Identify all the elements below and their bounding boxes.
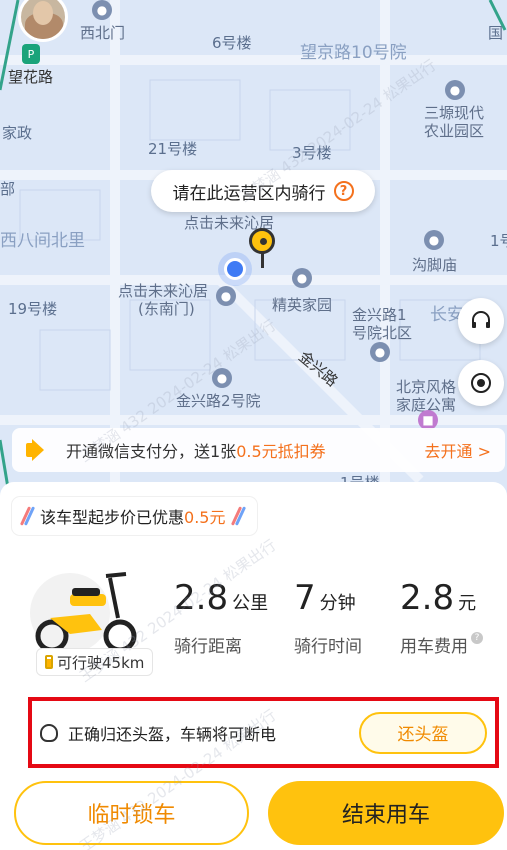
map-label: 西北门 bbox=[80, 24, 126, 42]
map-label: (东南门) bbox=[138, 300, 195, 318]
map-label: 部 bbox=[0, 180, 16, 198]
return-helmet-button[interactable]: 还头盔 bbox=[359, 711, 487, 754]
scooter-image bbox=[30, 572, 137, 653]
bottom-action-bar: 临时锁车 结束用车 bbox=[0, 775, 507, 850]
slash-decor-icon bbox=[231, 506, 247, 526]
map-label: 1号 bbox=[490, 232, 507, 250]
map-label: 号院北区 bbox=[352, 324, 413, 342]
locate-button[interactable] bbox=[458, 360, 504, 406]
distance-value: 2.8 bbox=[174, 578, 229, 618]
map-label: 3号楼 bbox=[292, 144, 332, 162]
map-label: 21号楼 bbox=[148, 140, 198, 158]
poi-icon: ● bbox=[292, 268, 312, 288]
helmet-icon bbox=[40, 723, 58, 742]
promo-text: 开通微信支付分，送1张 bbox=[66, 442, 237, 461]
map-label: 西八间北里 bbox=[0, 231, 85, 251]
promo-highlight: 0.5元抵扣券 bbox=[236, 442, 326, 461]
map-label: 国 bbox=[488, 24, 504, 42]
fee-label: 用车费用 bbox=[400, 637, 468, 657]
station-icon: P bbox=[22, 44, 40, 64]
poi-icon: ● bbox=[445, 80, 465, 100]
time-value: 7 bbox=[294, 578, 316, 618]
range-badge: 可行驶45km bbox=[36, 648, 154, 676]
temporary-lock-button[interactable]: 临时锁车 bbox=[14, 781, 249, 845]
map-label: 19号楼 bbox=[8, 300, 58, 318]
time-stat: 7 分钟 骑行时间 bbox=[294, 578, 362, 657]
discount-highlight: 0.5元 bbox=[184, 508, 226, 527]
speaker-icon bbox=[26, 439, 52, 461]
fee-stat: 2.8 元 用车费用? bbox=[400, 578, 483, 657]
poi-icon: ● bbox=[424, 230, 444, 250]
fee-unit: 元 bbox=[458, 593, 477, 614]
discount-text: 该车型起步价已优惠 bbox=[40, 508, 185, 527]
vehicle-pin-icon[interactable] bbox=[249, 228, 275, 254]
time-label: 骑行时间 bbox=[294, 637, 362, 657]
helmet-return-row: 正确归还头盔，车辆将可断电 还头盔 bbox=[28, 697, 499, 768]
operating-area-tip-text: 请在此运营区内骑行 bbox=[172, 183, 326, 204]
help-icon[interactable]: ? bbox=[333, 181, 354, 201]
distance-stat: 2.8 公里 骑行距离 bbox=[174, 578, 268, 657]
poi-icon: ● bbox=[216, 286, 236, 306]
wechat-pay-promo-banner[interactable]: 开通微信支付分，送1张 0.5元抵扣券 去开通 > bbox=[12, 428, 505, 472]
promo-activate-link[interactable]: 去开通 > bbox=[425, 438, 492, 462]
map-view[interactable]: P ● 西北门 6号楼 望京路10号院 国 望花路 ● 三塬现代 农业园区 家政… bbox=[0, 0, 507, 500]
user-avatar[interactable] bbox=[18, 0, 68, 42]
vehicle-pin-stem bbox=[261, 252, 264, 268]
hotel-icon: ■ bbox=[418, 410, 438, 430]
distance-label: 骑行距离 bbox=[174, 637, 242, 657]
map-label: 6号楼 bbox=[212, 34, 252, 52]
operating-area-tip[interactable]: 请在此运营区内骑行 ? bbox=[151, 170, 375, 212]
distance-unit: 公里 bbox=[232, 593, 269, 614]
map-label: 沟脚庙 bbox=[412, 256, 458, 274]
fee-value: 2.8 bbox=[400, 578, 455, 618]
discount-tag: 该车型起步价已优惠0.5元 bbox=[12, 497, 258, 535]
locate-icon bbox=[471, 373, 491, 393]
end-ride-button[interactable]: 结束用车 bbox=[268, 781, 504, 845]
battery-icon bbox=[45, 655, 53, 669]
poi-icon: ● bbox=[92, 0, 112, 20]
map-label: 家政 bbox=[2, 124, 33, 142]
map-label: 望花路 bbox=[8, 68, 54, 86]
map-label: 精英家园 bbox=[272, 296, 333, 314]
ride-stats-card: 可行驶45km 2.8 公里 骑行距离 7 分钟 骑行时间 2.8 元 用车费用? bbox=[12, 540, 505, 680]
customer-service-button[interactable] bbox=[458, 298, 504, 344]
current-location-icon bbox=[224, 258, 246, 280]
range-text: 可行驶45km bbox=[57, 653, 145, 672]
headset-icon bbox=[472, 311, 490, 328]
poi-icon: ● bbox=[370, 342, 390, 362]
map-label: 望京路10号院 bbox=[300, 43, 407, 63]
fee-info-icon[interactable]: ? bbox=[471, 632, 483, 644]
time-unit: 分钟 bbox=[319, 593, 356, 614]
map-label: 金兴路2号院 bbox=[176, 392, 261, 410]
slash-decor-icon bbox=[19, 506, 36, 526]
helmet-return-text: 正确归还头盔，车辆将可断电 bbox=[68, 724, 277, 744]
map-label: 农业园区 bbox=[424, 122, 485, 140]
poi-icon: ● bbox=[212, 368, 232, 388]
